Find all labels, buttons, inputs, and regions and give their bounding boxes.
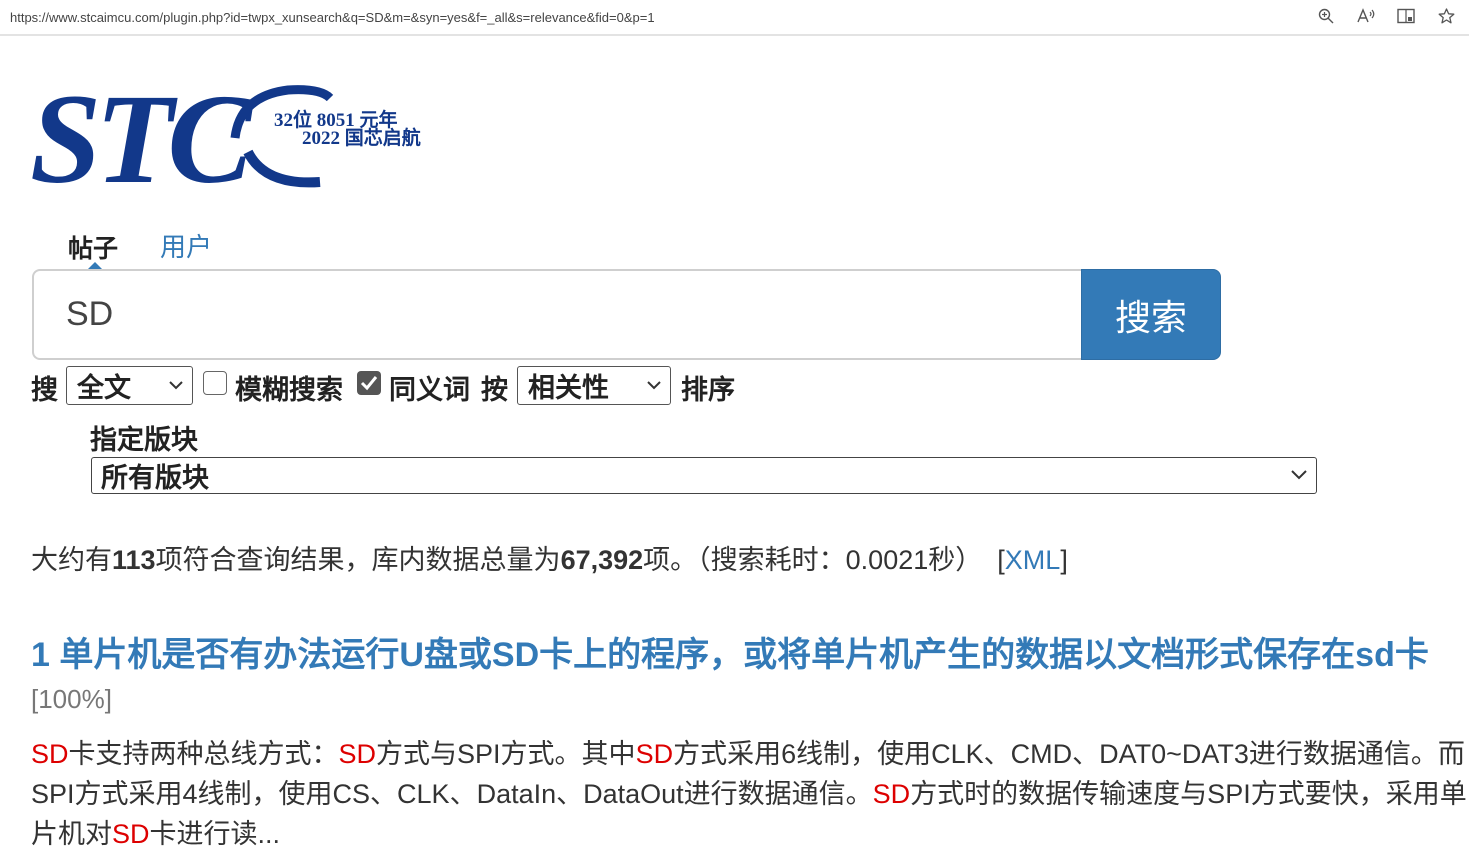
chevron-down-icon <box>1291 470 1307 480</box>
search-scope-label: 搜 <box>31 375 58 405</box>
active-tab-indicator <box>88 262 102 269</box>
snippet-text: 方式与SPI方式。其中 <box>376 739 636 769</box>
results-summary: 大约有113项符合查询结果，库内数据总量为67,392项。（搜索耗时：0.002… <box>31 538 1068 577</box>
synonym-checkbox[interactable] <box>357 371 381 395</box>
stc-logo-graphic: STC 32位 8051 元年 2022 国芯启航 <box>30 68 421 210</box>
read-aloud-icon[interactable] <box>1357 6 1375 26</box>
forum-filter-label: 指定版块 <box>90 425 198 455</box>
reading-view-icon[interactable] <box>1397 6 1415 26</box>
summary-suffix: 项。（搜索耗时：0.0021秒） <box>643 545 983 575</box>
xml-bracket-close: ] <box>1060 545 1068 575</box>
chevron-down-icon <box>647 381 661 390</box>
snippet-text: 卡进行读... <box>149 819 281 849</box>
highlighted-keyword: SD <box>31 739 69 769</box>
scope-select-value: 全文 <box>77 373 131 403</box>
zoom-icon[interactable] <box>1317 6 1335 26</box>
result-title[interactable]: 单片机是否有办法运行U盘或SD卡上的程序，或将单片机产生的数据以文档形式保存在s… <box>59 636 1428 674</box>
summary-middle: 项符合查询结果，库内数据总量为 <box>155 545 561 575</box>
search-button[interactable]: 搜索 <box>1081 269 1221 360</box>
address-bar[interactable]: https://www.stcaimcu.com/plugin.php?id=t… <box>0 0 1469 36</box>
search-input[interactable] <box>32 269 1084 360</box>
total-count: 67,392 <box>560 545 644 575</box>
url-text[interactable]: https://www.stcaimcu.com/plugin.php?id=t… <box>10 10 655 25</box>
forum-select-value: 所有版块 <box>101 463 209 493</box>
site-logo[interactable]: STC 32位 8051 元年 2022 国芯启航 <box>30 68 450 210</box>
sort-select[interactable]: 相关性 <box>517 366 671 405</box>
snippet-text: 卡支持两种总线方式： <box>68 739 339 769</box>
synonym-label[interactable]: 同义词 <box>389 368 470 407</box>
favorite-star-icon[interactable] <box>1437 6 1455 26</box>
result-relevance: [100%] <box>31 684 112 714</box>
sort-by-label: 按 <box>481 375 508 405</box>
fuzzy-search-checkbox[interactable] <box>203 371 227 395</box>
address-bar-actions <box>1317 6 1455 26</box>
sort-label: 排序 <box>681 375 735 405</box>
fuzzy-search-label[interactable]: 模糊搜索 <box>235 368 343 407</box>
summary-prefix: 大约有 <box>31 545 112 575</box>
xml-bracket-open: [ <box>997 545 1005 575</box>
highlighted-keyword: SD <box>872 779 911 809</box>
sort-select-value: 相关性 <box>528 373 609 403</box>
forum-select[interactable]: 所有版块 <box>91 457 1317 494</box>
highlighted-keyword: SD <box>338 739 377 769</box>
result-title-link[interactable]: 1 单片机是否有办法运行U盘或SD卡上的程序，或将单片机产生的数据以文档形式保存… <box>31 634 1451 720</box>
result-count: 113 <box>112 545 156 575</box>
chevron-down-icon <box>169 381 183 390</box>
highlighted-keyword: SD <box>635 739 674 769</box>
result-snippet: SD卡支持两种总线方式：SD方式与SPI方式。其中SD方式采用6线制，使用CLK… <box>31 734 1467 854</box>
highlighted-keyword: SD <box>112 819 150 849</box>
logo-slogan-line2: 2022 国芯启航 <box>302 126 421 149</box>
xml-link[interactable]: XML <box>1005 545 1061 575</box>
scope-select[interactable]: 全文 <box>66 366 193 405</box>
result-index: 1 <box>31 636 50 674</box>
tab-users[interactable]: 用户 <box>160 227 212 264</box>
logo-letters: STC <box>30 78 254 193</box>
tab-posts[interactable]: 帖子 <box>68 229 118 265</box>
checkmark-icon <box>360 376 378 391</box>
